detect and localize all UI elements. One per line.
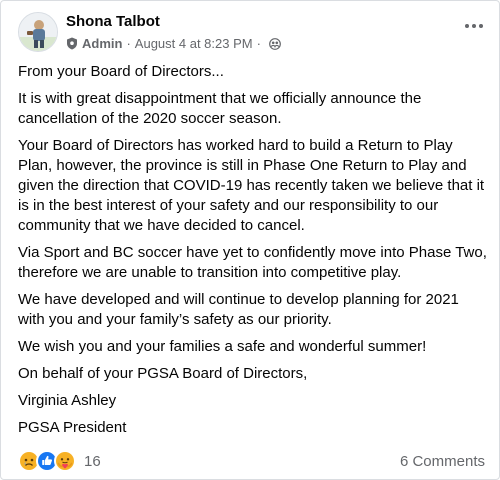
post-body: From your Board of Directors... It is wi…	[18, 62, 488, 445]
post-paragraph: Your Board of Directors has worked hard …	[18, 137, 485, 234]
meta-separator-2: ·	[256, 36, 261, 51]
post-paragraph: We wish you and your families a safe and…	[18, 338, 427, 355]
reaction-count[interactable]: 16	[84, 453, 101, 470]
meta-separator: ·	[126, 36, 131, 51]
avatar-image-icon	[19, 13, 57, 51]
more-horizontal-icon	[465, 24, 483, 28]
admin-badge: Admin	[82, 36, 123, 51]
post-paragraph: We have developed and will continue to d…	[18, 291, 459, 328]
admin-shield-icon	[67, 37, 77, 50]
post-card: Shona Talbot Admin · August 4 at 8:23 PM…	[0, 0, 500, 480]
avatar[interactable]	[18, 12, 58, 52]
post-timestamp[interactable]: August 4 at 8:23 PM	[135, 36, 253, 51]
post-paragraph: On behalf of your PGSA Board of Director…	[18, 365, 308, 382]
care-reaction-icon	[54, 450, 76, 472]
post-meta: Admin · August 4 at 8:23 PM ·	[66, 36, 281, 51]
author-name[interactable]: Shona Talbot	[66, 13, 160, 30]
post-header: Shona Talbot Admin · August 4 at 8:23 PM…	[18, 11, 487, 55]
post-footer: 16 6 Comments	[18, 449, 485, 473]
reactions-summary[interactable]: 16	[18, 450, 101, 472]
post-paragraph: PGSA President	[18, 419, 127, 436]
audience-group-icon[interactable]	[269, 37, 281, 50]
more-options-button[interactable]	[461, 13, 487, 39]
post-paragraph: Via Sport and BC soccer have yet to conf…	[18, 244, 487, 281]
post-paragraph: From your Board of Directors...	[18, 63, 224, 80]
post-paragraph: It is with great disappointment that we …	[18, 90, 422, 127]
post-paragraph: Virginia Ashley	[18, 392, 117, 409]
comments-count-link[interactable]: 6 Comments	[400, 453, 485, 470]
